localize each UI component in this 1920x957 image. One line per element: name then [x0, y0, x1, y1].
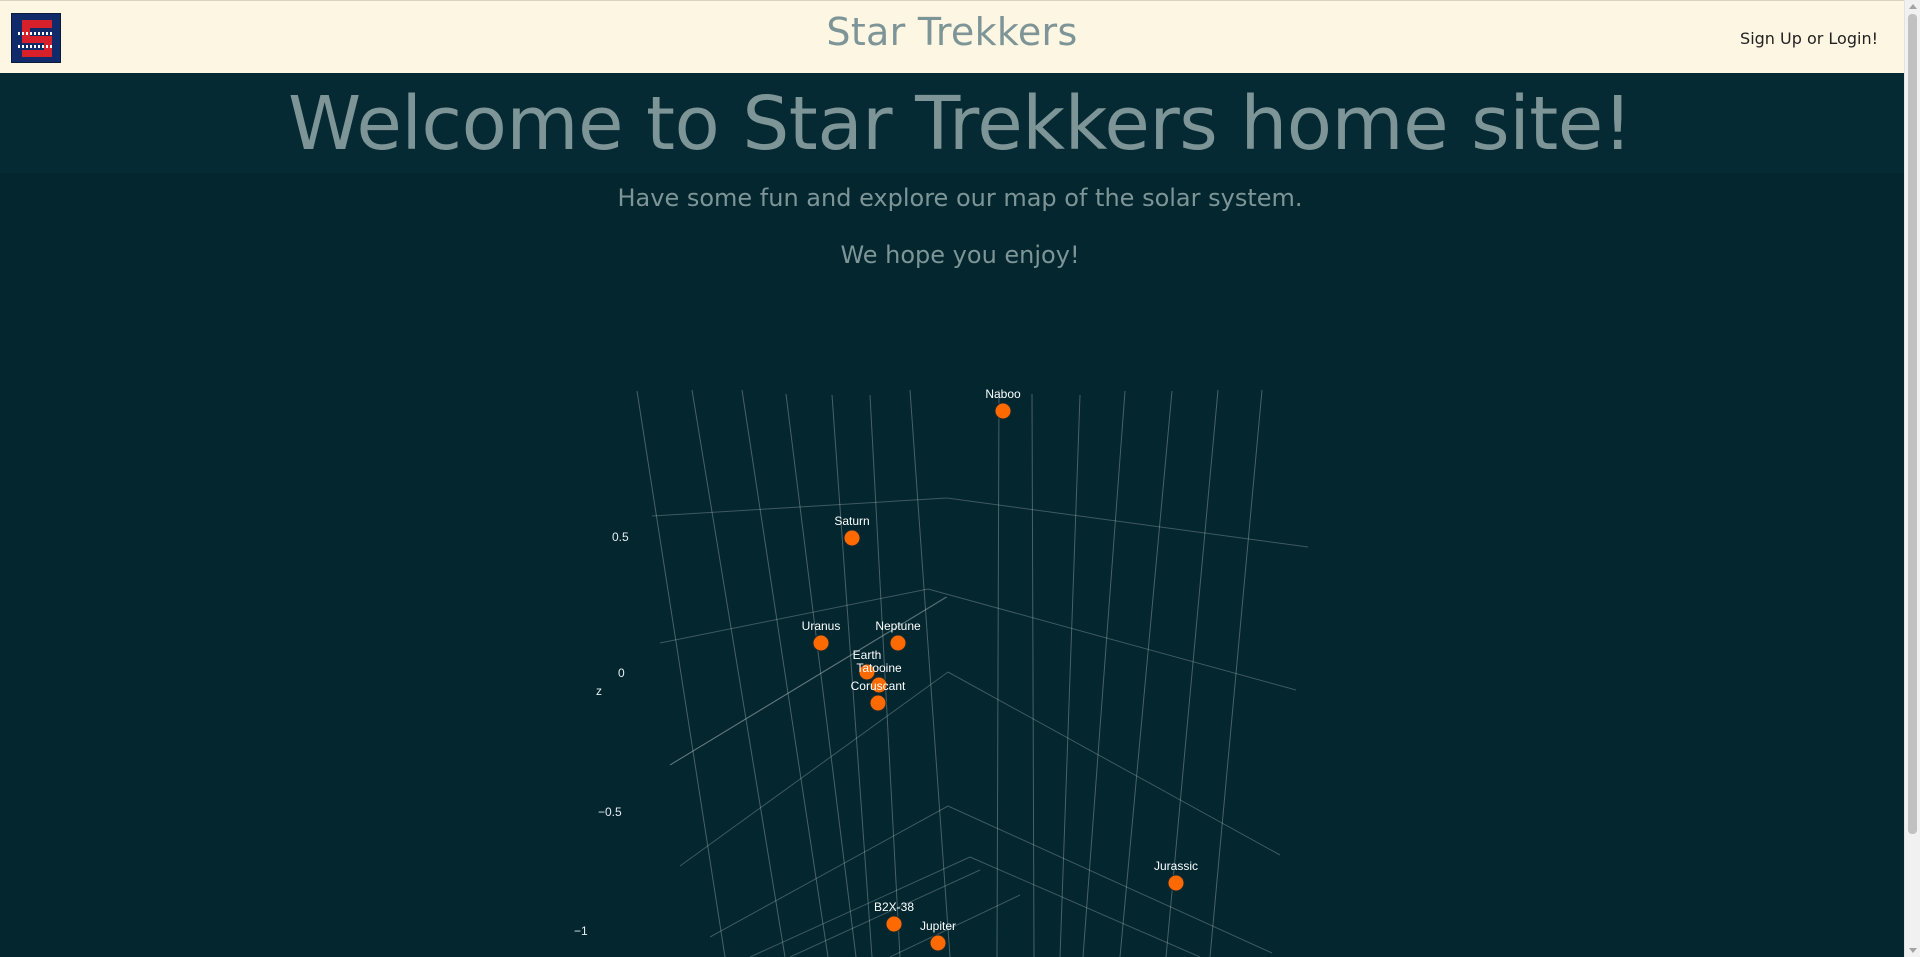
grid-line-v-3: [785, 393, 857, 957]
page-tagline: We hope you enjoy!: [840, 241, 1080, 269]
z-tick-label: 0: [618, 666, 625, 680]
planet-label: Neptune: [875, 619, 921, 633]
grid-line-v-7: [996, 389, 1000, 957]
planet-label: Saturn: [834, 514, 869, 528]
planet-label: Coruscant: [851, 679, 906, 693]
z-axis-label: z: [596, 684, 602, 698]
planet-label: Jupiter: [920, 919, 956, 933]
grid-line-h-6: [679, 671, 949, 867]
page-subtitle: Have some fun and explore our map of the…: [617, 184, 1303, 212]
solar-system-3d-plot[interactable]: 0.5 0 −0.5 −1 z Naboo Saturn Uranus Neptune Eart…: [560, 375, 1340, 957]
planet-point[interactable]: [929, 934, 947, 952]
planet-point[interactable]: [885, 915, 903, 933]
planet-point[interactable]: [843, 529, 861, 547]
z-tick-label: −0.5: [598, 805, 622, 819]
planet-label: Naboo: [985, 387, 1021, 401]
planet-point[interactable]: [812, 634, 830, 652]
login-link[interactable]: Sign Up or Login!: [1740, 29, 1878, 48]
planet-point[interactable]: [1167, 874, 1185, 892]
planet-label: Uranus: [802, 619, 841, 633]
grid-line-v-6: [909, 389, 951, 957]
grid-line-v-9: [1059, 394, 1081, 957]
z-tick-label: −1: [574, 924, 588, 938]
planet-label: Tatooine: [856, 661, 902, 675]
grid-line-v-2: [741, 389, 829, 957]
planet-point[interactable]: [994, 402, 1012, 420]
grid-line-v-10: [1082, 390, 1126, 957]
plot-grid: [636, 389, 1309, 957]
grid-line-h-1: [946, 497, 1309, 548]
z-tick-label: 0.5: [612, 530, 629, 544]
scroll-down-icon[interactable]: [1909, 948, 1917, 953]
planet-point[interactable]: [869, 694, 887, 712]
grid-line-v-1: [691, 389, 786, 957]
planet-label: Jurassic: [1154, 859, 1198, 873]
page-title: Welcome to Star Trekkers home site!: [288, 81, 1632, 167]
top-navbar: Star Trekkers Sign Up or Login!: [0, 0, 1904, 73]
site-brand[interactable]: Star Trekkers: [0, 10, 1904, 54]
planet-point[interactable]: [889, 634, 907, 652]
grid-line-h-3: [927, 588, 1297, 691]
planet-label: Earth: [853, 648, 882, 662]
page-scrollbar[interactable]: [1904, 0, 1920, 957]
grid-line-v-0: [636, 390, 726, 957]
grid-line-h-8: [709, 805, 949, 938]
scrollbar-thumb[interactable]: [1908, 14, 1917, 834]
z-axis-ticks: 0.5 0 −0.5 −1 z: [574, 530, 629, 938]
plot-points: Naboo Saturn Uranus Neptune EarthTatooine Cor…: [802, 387, 1198, 952]
grid-line-h-2: [659, 588, 929, 644]
planet-label: B2X-38: [874, 900, 914, 914]
scroll-up-icon[interactable]: [1909, 4, 1917, 9]
grid-line-v-8: [1031, 393, 1035, 957]
